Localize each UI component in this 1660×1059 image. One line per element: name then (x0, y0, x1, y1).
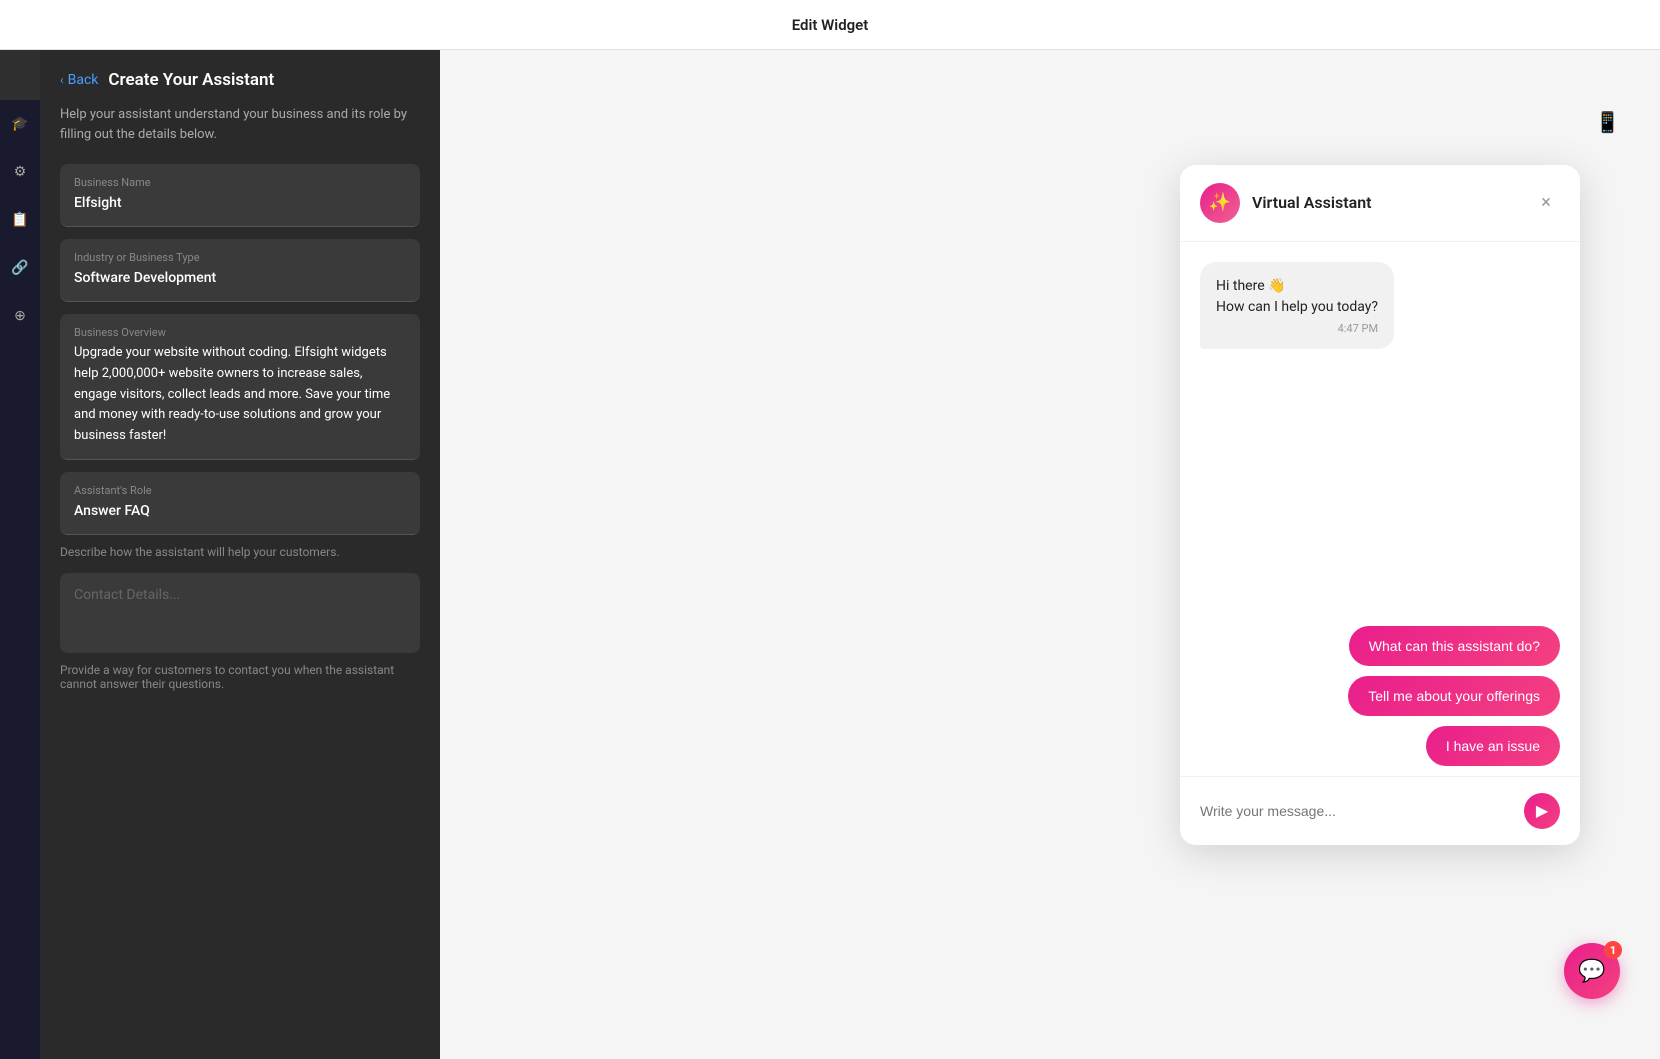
chat-send-button[interactable]: ▶ (1524, 793, 1560, 829)
send-icon: ▶ (1536, 801, 1548, 821)
main-content: 📱 ✨ Virtual Assistant × Hi there 👋 How c… (440, 50, 1660, 1059)
chat-input-area: ▶ (1180, 776, 1580, 845)
avatar: ✨ (1200, 183, 1240, 223)
chat-timestamp: 4:47 PM (1216, 322, 1378, 335)
business-overview-field[interactable]: Business Overview Upgrade your website w… (60, 314, 420, 460)
contact-details-placeholder: Contact Details... (74, 587, 406, 603)
sidebar-icon-5[interactable]: ⊕ (6, 302, 34, 330)
assistant-role-value: Answer FAQ (74, 501, 406, 522)
chat-close-button[interactable]: × (1532, 189, 1560, 217)
suggestion-button-2[interactable]: Tell me about your offerings (1348, 676, 1560, 716)
chevron-left-icon: ‹ (60, 73, 64, 87)
bot-message: Hi there 👋 How can I help you today? 4:4… (1200, 262, 1394, 349)
left-panel: 🎓 ⚙ 📋 🔗 ⊕ ‹ Back Create Your Assistant H… (0, 50, 440, 1059)
assistant-role-label: Assistant's Role (74, 484, 406, 497)
sidebar-icon-3[interactable]: 📋 (6, 206, 34, 234)
contact-details-field[interactable]: Contact Details... (60, 573, 420, 653)
floating-chat-button[interactable]: 💬 1 (1564, 943, 1620, 999)
form-panel: ‹ Back Create Your Assistant Help your a… (40, 50, 440, 1059)
chat-body: Hi there 👋 How can I help you today? 4:4… (1180, 242, 1580, 616)
chat-suggestions: What can this assistant do? Tell me abou… (1180, 616, 1580, 776)
business-overview-label: Business Overview (74, 326, 406, 339)
bot-message-line1: Hi there 👋 (1216, 276, 1378, 297)
chat-header-left: ✨ Virtual Assistant (1200, 183, 1372, 223)
panel-subtitle: Help your assistant understand your busi… (40, 105, 440, 164)
business-name-field[interactable]: Business Name Elfsight (60, 164, 420, 227)
industry-type-value: Software Development (74, 268, 406, 289)
phone-icon: 📱 (1595, 110, 1620, 134)
avatar-icon: ✨ (1209, 192, 1231, 213)
suggestion-button-3[interactable]: I have an issue (1426, 726, 1560, 766)
chat-header: ✨ Virtual Assistant × (1180, 165, 1580, 242)
sidebar-icon-4[interactable]: 🔗 (6, 254, 34, 282)
back-button[interactable]: ‹ Back (60, 72, 98, 88)
sidebar-icon-1[interactable]: 🎓 (6, 110, 34, 138)
page-title: Edit Widget (792, 16, 869, 34)
top-bar: Edit Widget (0, 0, 1660, 50)
sidebar-icons: 🎓 ⚙ 📋 🔗 ⊕ (0, 100, 40, 1059)
bot-message-line2: How can I help you today? (1216, 297, 1378, 318)
panel-header: ‹ Back Create Your Assistant (40, 50, 440, 105)
contact-helper: Provide a way for customers to contact y… (40, 663, 440, 691)
sidebar-icon-2[interactable]: ⚙ (6, 158, 34, 186)
form-content: Business Name Elfsight Industry or Busin… (40, 164, 440, 535)
panel-title: Create Your Assistant (108, 70, 274, 90)
floating-chat-icon: 💬 (1578, 959, 1605, 984)
chat-widget: ✨ Virtual Assistant × Hi there 👋 How can… (1180, 165, 1580, 845)
back-label: Back (68, 72, 99, 88)
industry-type-field[interactable]: Industry or Business Type Software Devel… (60, 239, 420, 302)
business-name-value: Elfsight (74, 193, 406, 214)
assistant-role-field[interactable]: Assistant's Role Answer FAQ (60, 472, 420, 535)
notification-badge: 1 (1604, 941, 1622, 959)
industry-type-label: Industry or Business Type (74, 251, 406, 264)
chat-header-title: Virtual Assistant (1252, 193, 1372, 212)
role-helper: Describe how the assistant will help you… (40, 545, 440, 559)
business-overview-value: Upgrade your website without coding. Elf… (74, 343, 406, 447)
business-name-label: Business Name (74, 176, 406, 189)
close-icon: × (1541, 192, 1551, 213)
suggestion-button-1[interactable]: What can this assistant do? (1349, 626, 1560, 666)
chat-input[interactable] (1200, 803, 1512, 819)
